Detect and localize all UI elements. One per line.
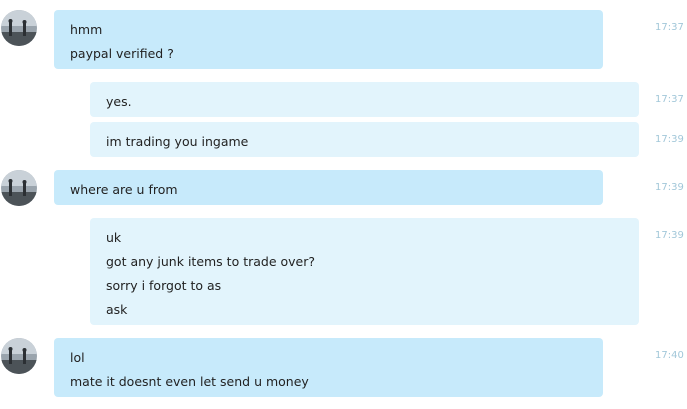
message-bubble-outgoing[interactable]: uk got any junk items to trade over? sor… [90, 218, 639, 325]
user-photo-avatar-icon [1, 338, 37, 374]
user-photo-avatar-icon [1, 170, 37, 206]
message-text: paypal verified ? [70, 46, 174, 61]
contact-avatar[interactable] [1, 170, 37, 206]
chat-conversation: hmm paypal verified ? 17:37 yes. 17:37 i… [0, 0, 687, 409]
message-text: sorry i forgot to as [106, 278, 222, 293]
message-text: lol [70, 350, 85, 365]
message-timestamp: 17:37 [655, 22, 684, 33]
user-photo-avatar-icon [1, 10, 37, 46]
message-bubble-incoming[interactable]: hmm paypal verified ? [54, 10, 603, 69]
message-text: uk [106, 230, 122, 245]
message-text: where are u from [70, 182, 178, 197]
message-bubble-outgoing[interactable]: im trading you ingame [90, 122, 639, 157]
message-bubble-incoming[interactable]: where are u from [54, 170, 603, 205]
contact-avatar[interactable] [1, 338, 37, 374]
message-text: yes. [106, 94, 132, 109]
message-timestamp: 17:39 [655, 230, 684, 241]
message-text: hmm [70, 22, 103, 37]
contact-avatar[interactable] [1, 10, 37, 46]
message-timestamp: 17:39 [655, 134, 684, 145]
message-bubble-incoming[interactable]: lol mate it doesnt even let send u money [54, 338, 603, 397]
message-text: got any junk items to trade over? [106, 254, 315, 269]
message-text: ask [106, 302, 128, 317]
message-text: im trading you ingame [106, 134, 249, 149]
message-timestamp: 17:39 [655, 182, 684, 193]
message-text: mate it doesnt even let send u money [70, 374, 309, 389]
message-timestamp: 17:37 [655, 94, 684, 105]
message-timestamp: 17:40 [655, 350, 684, 361]
message-bubble-outgoing[interactable]: yes. [90, 82, 639, 117]
